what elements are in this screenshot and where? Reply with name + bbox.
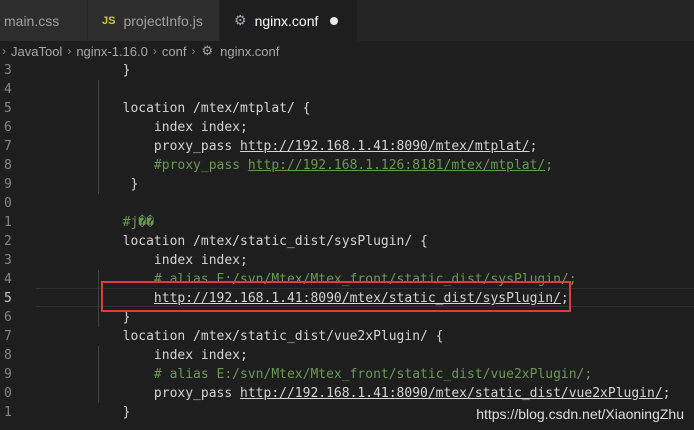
code-text: } [60,63,131,78]
tab-nginx-conf[interactable]: ⚙ nginx.conf [220,0,358,41]
line-number: 9 [4,177,12,192]
breadcrumb-item[interactable]: nginx.conf [220,44,279,59]
gear-icon: ⚙ [234,12,247,28]
code-url[interactable]: http://192.168.1.126:8181/mtex/mtplat/ [248,158,545,173]
code-text: proxy_pass [60,139,241,154]
watermark: https://blog.csdn.net/XiaoningZhu [476,406,684,422]
code-line: #j�� [60,213,154,232]
tab-label: main.css [4,12,60,29]
chevron-right-icon: › [191,44,196,58]
line-number: 0 [4,386,12,401]
line-number: 4 [4,272,12,287]
code-comment: ; [545,158,554,173]
line-number: 3 [4,63,12,78]
code-comment: #proxy_pass [60,158,248,173]
tab-label: projectInfo.js [123,12,203,29]
code-text: ; [529,139,538,154]
line-number: 8 [4,348,12,363]
unsaved-dot-icon[interactable] [330,16,339,25]
code-line: #proxy_pass http://192.168.1.126:8181/mt… [60,156,553,175]
line-number: 4 [4,82,12,97]
code-text: } [60,405,131,420]
code-line: index index; [60,118,248,137]
chevron-right-icon: › [152,44,157,58]
gear-icon: ⚙ [201,43,214,58]
line-number: 1 [4,405,12,420]
line-number: 9 [4,367,12,382]
code-editor[interactable]: } location /mtex/mtplat/ { index index; … [36,61,694,430]
code-line: } [60,403,131,422]
breadcrumb-item[interactable]: JavaTool [11,44,62,59]
breadcrumb: › JavaTool › nginx-1.16.0 › conf › ⚙ ngi… [0,41,694,61]
code-text: } [60,310,131,325]
breadcrumb-item[interactable]: nginx-1.16.0 [76,44,148,59]
code-text: location /mtex/static_dist/sysPlugin/ { [60,234,428,249]
code-text: index index; [60,120,248,135]
code-line: proxy_pass http://192.168.1.41:8090/mtex… [60,137,538,156]
annotation-box [101,281,571,312]
code-line: proxy_pass http://192.168.1.41:8090/mtex… [60,384,671,403]
tab-label: nginx.conf [254,12,319,29]
code-text: proxy_pass [60,386,241,401]
code-text: index index; [60,253,248,268]
code-line: location /mtex/static_dist/sysPlugin/ { [60,232,428,251]
code-line: } [60,175,138,194]
line-number: 7 [4,329,12,344]
code-text: location /mtex/mtplat/ { [60,101,311,116]
tab-projectinfo-js[interactable]: JS projectInfo.js [88,0,220,41]
line-number: 0 [4,196,12,211]
code-line: location /mtex/mtplat/ { [60,99,311,118]
code-url[interactable]: http://192.168.1.41:8090/mtex/static_dis… [240,386,663,401]
line-number: 7 [4,139,12,154]
code-text: ; [662,386,671,401]
line-number: 2 [4,234,12,249]
chevron-right-icon: › [67,44,72,58]
line-number: 6 [4,310,12,325]
line-number: 5 [4,101,12,116]
line-number: 1 [4,215,12,230]
line-number: 5 [4,291,12,306]
line-number: 6 [4,120,12,135]
line-number: 3 [4,253,12,268]
code-line: } [60,61,131,80]
code-comment: # alias E:/svn/Mtex/Mtex_front/static_di… [60,367,593,382]
code-comment: #j�� [60,215,154,230]
breadcrumb-item[interactable]: conf [162,44,187,59]
tab-bar: main.css JS projectInfo.js ⚙ nginx.conf [0,0,694,41]
line-number: 8 [4,158,12,173]
code-text: } [60,177,139,192]
code-url[interactable]: http://192.168.1.41:8090/mtex/mtplat/ [240,139,530,154]
code-text: location /mtex/static_dist/vue2xPlugin/ … [60,329,444,344]
code-line: location /mtex/static_dist/vue2xPlugin/ … [60,327,444,346]
js-icon: JS [102,14,116,27]
code-line: index index; [60,346,248,365]
line-number-gutter: 3 4 5 6 7 8 9 0 1 2 3 4 5 6 7 8 9 0 1 [0,61,36,430]
code-line: # alias E:/svn/Mtex/Mtex_front/static_di… [60,365,592,384]
code-text: index index; [60,348,248,363]
chevron-right-icon: › [2,44,6,58]
tab-main-css[interactable]: main.css [0,0,88,41]
code-line: index index; [60,251,248,270]
